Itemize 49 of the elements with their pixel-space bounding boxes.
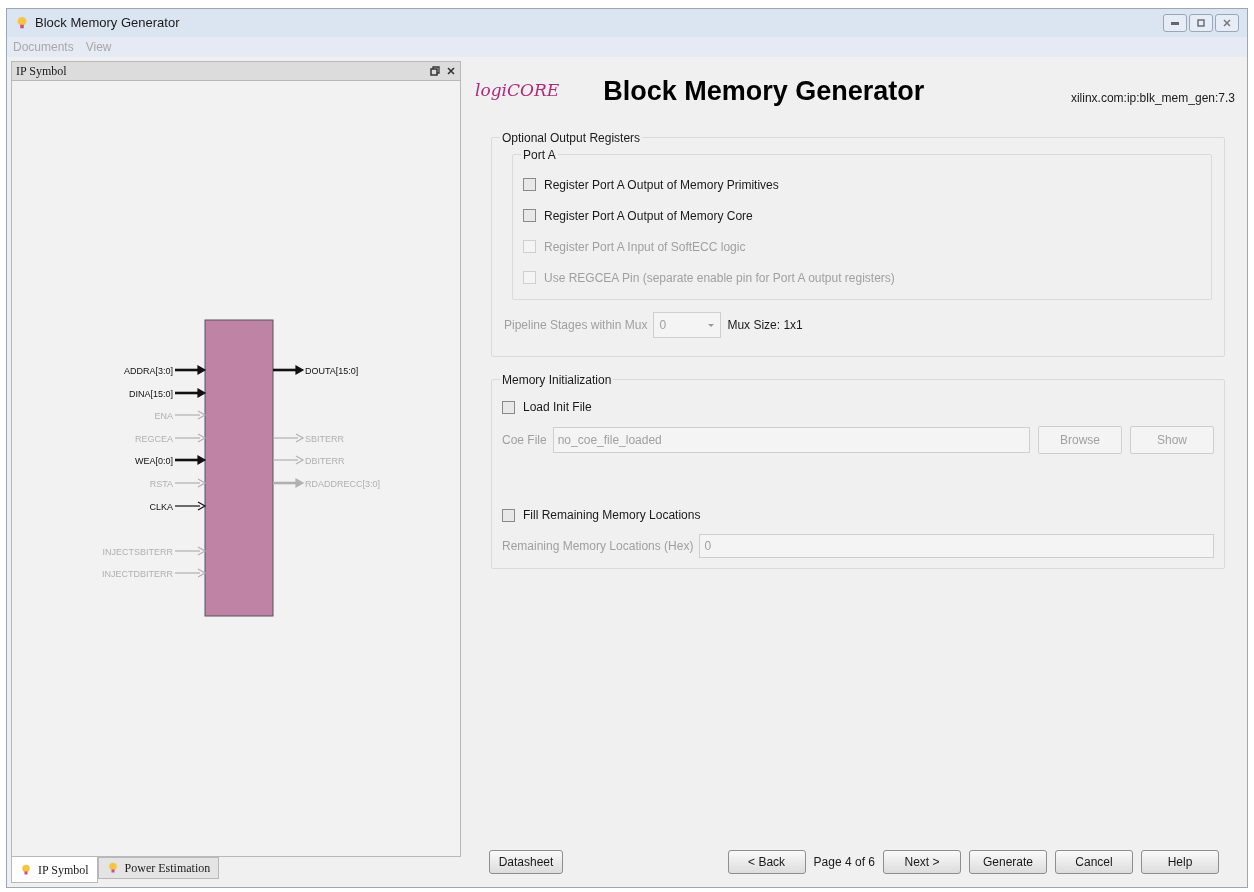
pin-label: INJECTSBITERR: [102, 546, 173, 557]
pin-label: ENA: [154, 410, 173, 421]
checkbox[interactable]: [502, 508, 515, 522]
ip-identifier: xilinx.com:ip:blk_mem_gen:7.3: [1070, 90, 1235, 107]
button[interactable]: Next >: [883, 850, 961, 874]
option-label: Register Port A Output of Memory Core: [544, 207, 753, 225]
page-title: Block Memory Generator: [603, 74, 925, 108]
panel-tab[interactable]: Power Estimation: [97, 857, 220, 879]
lightbulb-icon: [15, 16, 29, 30]
pin-label: CLKA: [149, 501, 173, 512]
window-title: Block Memory Generator: [35, 14, 180, 33]
checkbox[interactable]: [502, 400, 515, 414]
checkbox[interactable]: [523, 209, 536, 222]
mux-size-label: Mux Size: 1x1: [727, 317, 803, 334]
pin-label: DOUTA[15:0]: [305, 365, 359, 376]
pin-label: INJECTDBITERR: [102, 568, 173, 579]
option-label: Use REGCEA Pin (separate enable pin for Port A output registers): [544, 269, 895, 287]
field-label: Pipeline Stages within Mux: [504, 317, 648, 334]
button[interactable]: Datasheet: [489, 850, 563, 874]
page-indicator: Page 4 of 6: [813, 854, 875, 871]
lightbulb-icon: [20, 863, 32, 876]
button[interactable]: < Back: [727, 850, 806, 874]
restore-icon[interactable]: [430, 66, 440, 76]
option-label: Fill Remaining Memory Locations: [523, 507, 701, 524]
field-label: Coe File: [502, 432, 547, 449]
pin-label: SBITERR: [305, 433, 344, 444]
pin-label: RSTA: [149, 478, 173, 489]
pin-label: WEA[0:0]: [135, 455, 173, 466]
pin-label: DBITERR: [305, 455, 345, 466]
pin-label: RDADDRECC[3:0]: [305, 478, 380, 489]
pin-label: REGCEA: [135, 433, 173, 444]
option-label: Register Port A Output of Memory Primitives: [544, 176, 779, 194]
pin-label: ADDRA[3:0]: [123, 365, 173, 376]
logo: logiCORE: [475, 79, 560, 103]
lightbulb-icon: [106, 862, 119, 874]
pin-label: DINA[15:0]: [128, 388, 173, 399]
minimize-icon[interactable]: [1163, 14, 1187, 32]
checkbox[interactable]: [523, 178, 536, 191]
button[interactable]: Cancel: [1055, 850, 1133, 874]
field-label: Remaining Memory Locations (Hex): [502, 538, 694, 555]
caret-icon: [707, 322, 716, 328]
maximize-icon[interactable]: [1189, 14, 1213, 32]
button[interactable]: Help: [1141, 850, 1219, 874]
panel-title: IP Symbol: [16, 63, 67, 80]
button[interactable]: Generate: [969, 850, 1047, 874]
panel-tab[interactable]: IP Symbol: [11, 857, 98, 883]
close-icon[interactable]: [446, 66, 456, 76]
option-label: Load Init File: [523, 399, 592, 416]
option-label: Register Port A Input of SoftECC logic: [544, 238, 746, 256]
